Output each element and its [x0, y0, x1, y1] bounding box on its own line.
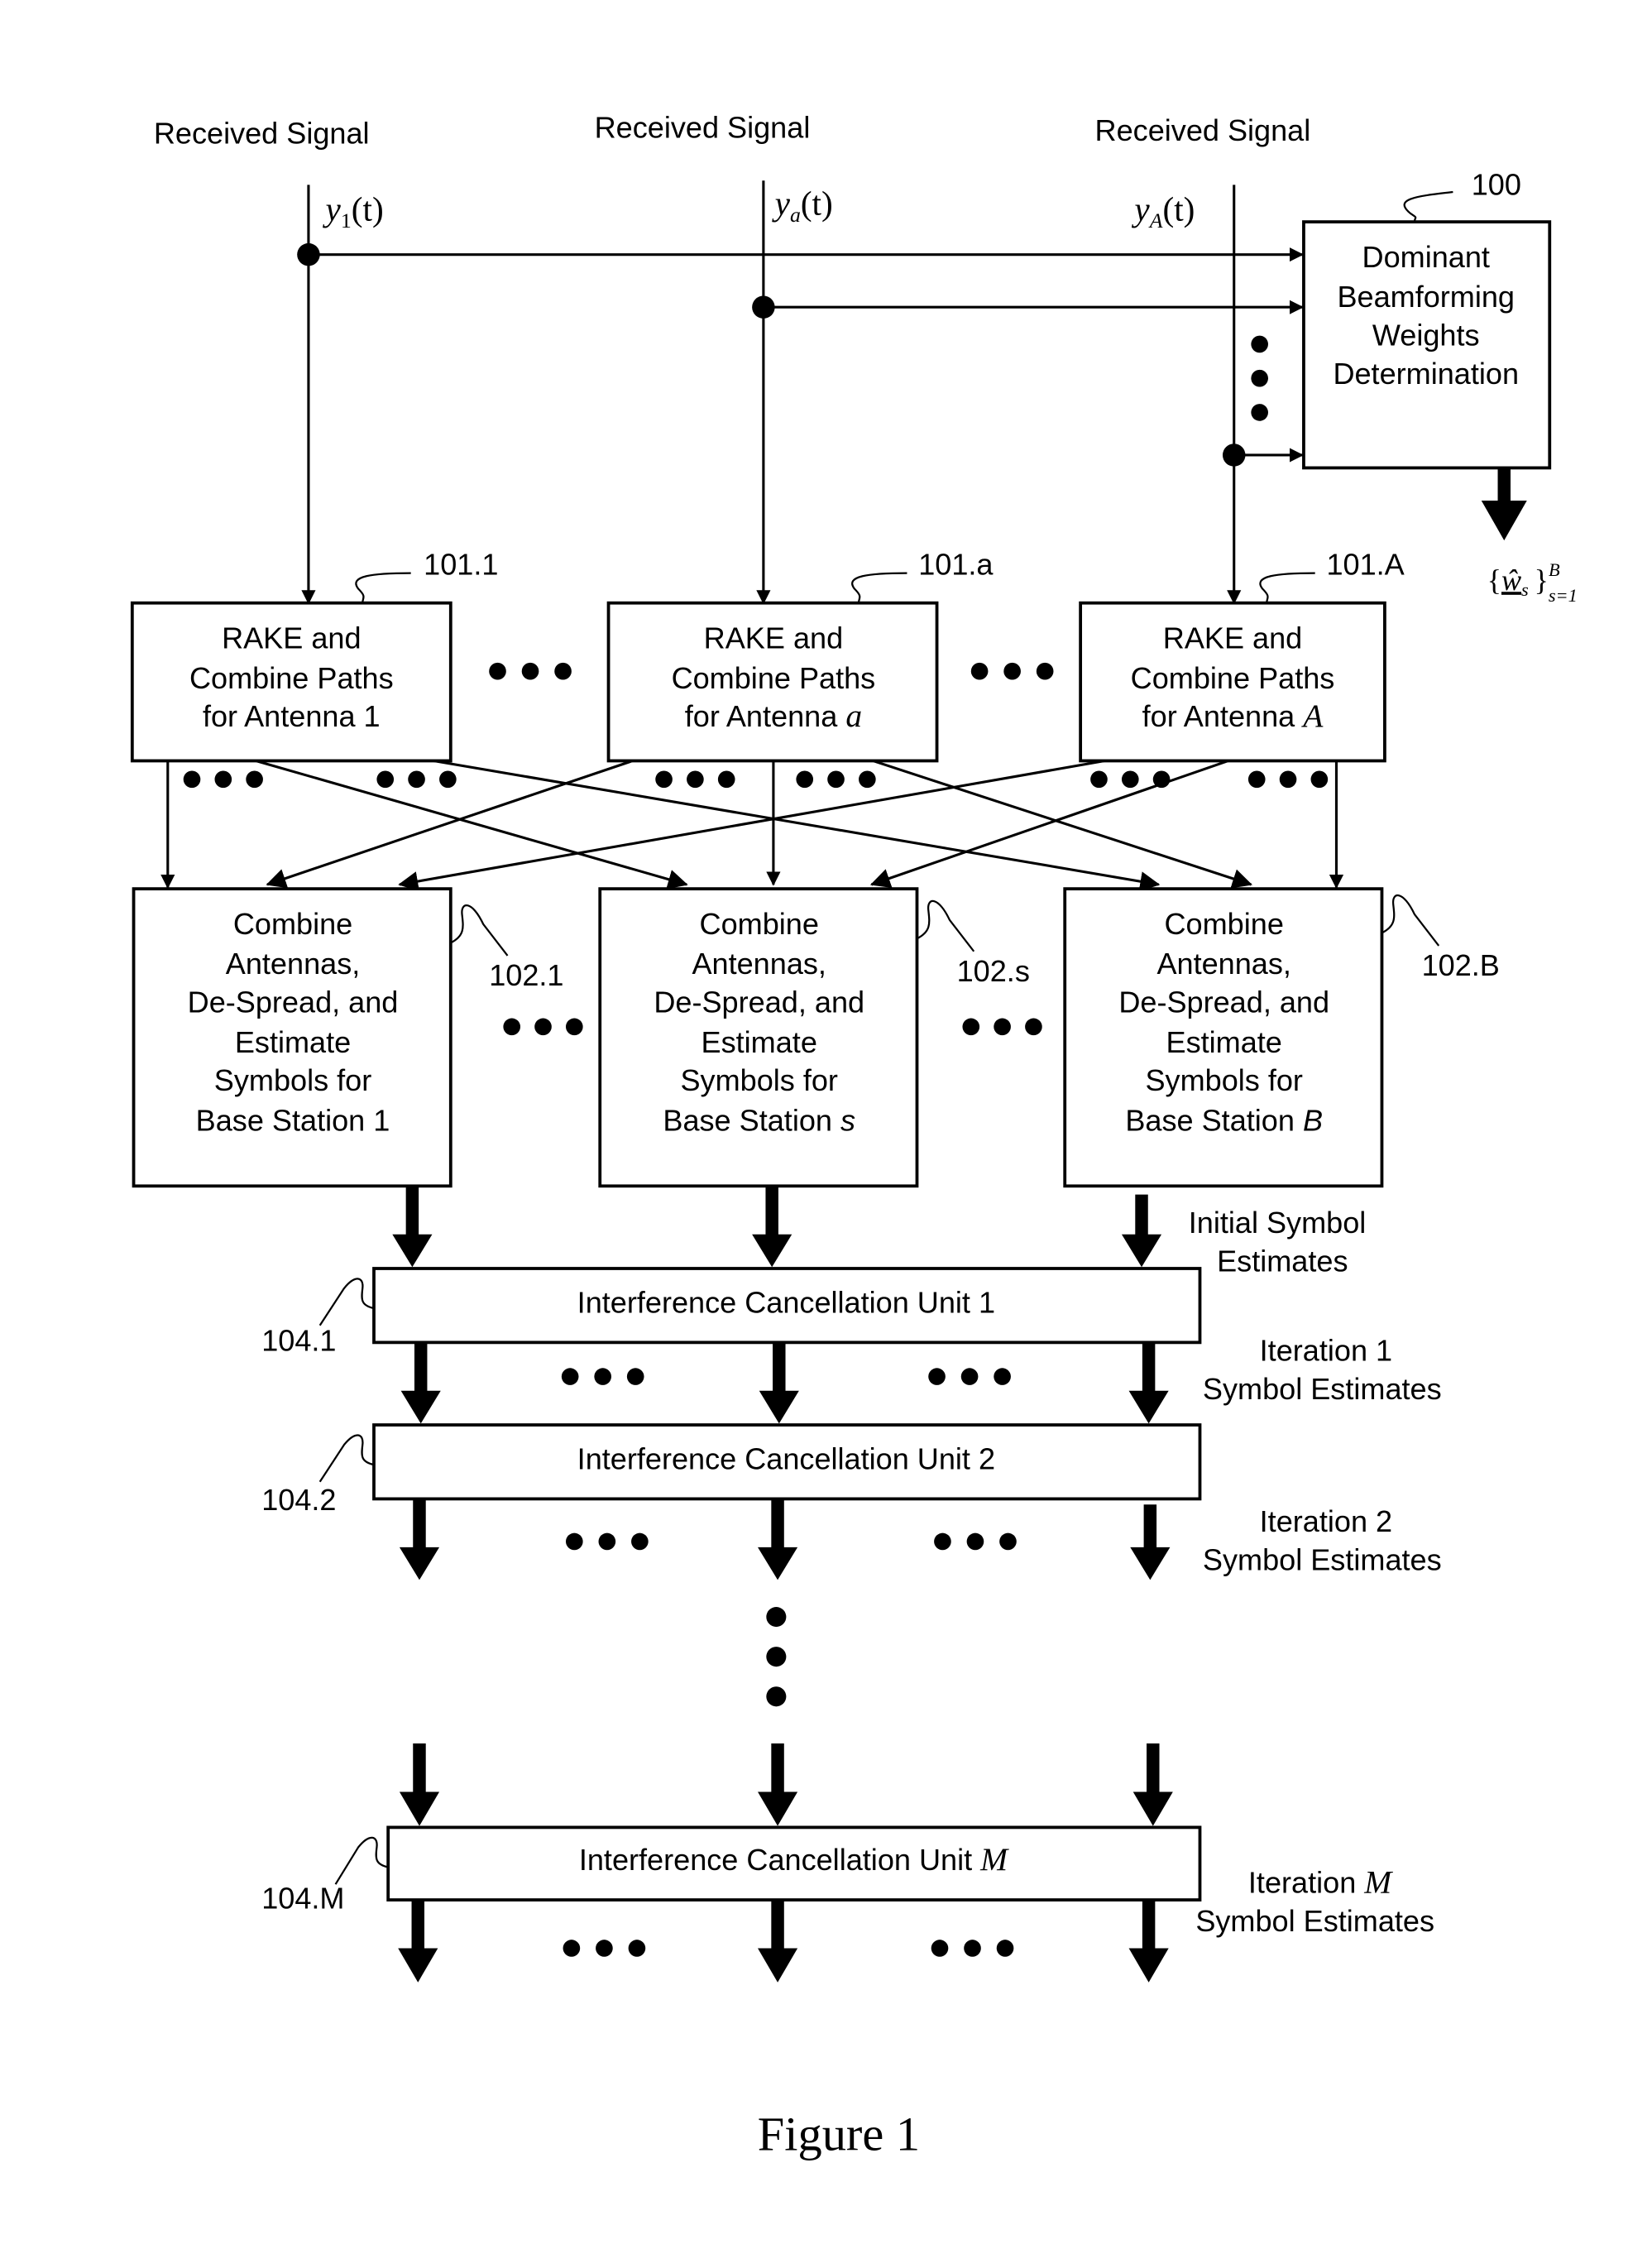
- ref-leader-101-a: [851, 572, 907, 603]
- patent-figure: Received Signal Received Signal Received…: [130, 111, 1578, 2161]
- svg-text:Combine: Combine: [1165, 907, 1284, 941]
- iteration-m-input-arrows: [399, 1743, 1173, 1826]
- svg-text:Interference Cancellation Unit: Interference Cancellation Unit M: [579, 1841, 1009, 1878]
- svg-text:Base Station 1: Base Station 1: [196, 1103, 390, 1137]
- ref-leader-100: [1403, 190, 1453, 223]
- beamforming-line: Determination: [1333, 357, 1519, 391]
- iteration-vertical-ellipsis: [766, 1607, 787, 1707]
- iteration-1-arrows: [400, 1342, 1169, 1424]
- ref-label-102-s: 102.s: [957, 954, 1030, 988]
- rake-block-A: RAKE and Combine Paths for Antenna A: [1079, 601, 1386, 763]
- svg-text:Symbols for: Symbols for: [1145, 1063, 1302, 1097]
- ic-unit-M: Interference Cancellation Unit M: [386, 1825, 1202, 1902]
- svg-text:De-Spread, and: De-Spread, and: [1118, 986, 1329, 1019]
- junction-dot: [752, 295, 775, 319]
- ref-leader-104-M: [334, 1836, 389, 1885]
- ref-leader-102-s: [916, 900, 975, 952]
- ellipsis-dot: [1251, 404, 1268, 421]
- beamforming-line: Weights: [1372, 319, 1480, 352]
- svg-text:RAKE and: RAKE and: [222, 621, 361, 655]
- signal-label-y1: y1(t): [323, 189, 384, 233]
- input-header-a: Received Signal: [595, 111, 811, 145]
- signal-label-ya: ya(t): [772, 185, 833, 228]
- ref-label-101-1: 101.1: [424, 547, 498, 581]
- signal-label-yA: yA(t): [1131, 189, 1195, 233]
- input-header-A: Received Signal: [1095, 113, 1311, 147]
- cross-connections: [160, 759, 1344, 892]
- svg-text:Combine: Combine: [700, 907, 819, 941]
- ref-label-104-2: 104.2: [261, 1483, 336, 1517]
- ellipsis-dot: [1251, 335, 1268, 353]
- weights-output-label: {ŵs}B s=1: [1487, 559, 1578, 606]
- combine-block-B: Combine Antennas, De-Spread, and Estimat…: [1063, 887, 1384, 1188]
- input-header-1: Received Signal: [154, 117, 370, 151]
- combine-block-s: Combine Antennas, De-Spread, and Estimat…: [598, 887, 919, 1188]
- initial-estimates-label-line1: Initial Symbol: [1189, 1206, 1367, 1240]
- iteration-1-label-line2: Symbol Estimates: [1203, 1372, 1442, 1406]
- ref-leader-102-B: [1381, 894, 1440, 947]
- svg-text:Base Station s: Base Station s: [663, 1103, 855, 1137]
- svg-text:for Antenna A: for Antenna A: [1142, 698, 1324, 734]
- rake-block-1: RAKE and Combine Paths for Antenna 1: [130, 601, 453, 763]
- svg-text:Base Station B: Base Station B: [1125, 1103, 1323, 1137]
- svg-text:Combine Paths: Combine Paths: [672, 661, 876, 695]
- ref-leader-102-1: [450, 904, 509, 957]
- svg-text:Antennas,: Antennas,: [226, 947, 360, 981]
- iteration-M-label-line2: Symbol Estimates: [1195, 1904, 1434, 1938]
- svg-text:Antennas,: Antennas,: [692, 947, 826, 981]
- ref-leader-104-2: [318, 1434, 375, 1483]
- ref-leader-101-1: [355, 572, 411, 603]
- ellipsis-dot: [1251, 369, 1268, 387]
- beamforming-line: Dominant: [1362, 240, 1490, 274]
- svg-text:Antennas,: Antennas,: [1156, 947, 1290, 981]
- rake-block-a: RAKE and Combine Paths for Antenna a: [606, 601, 939, 763]
- ic-unit-2: Interference Cancellation Unit 2: [372, 1423, 1202, 1501]
- junction-dot: [1222, 444, 1246, 467]
- ref-label-104-M: 104.M: [261, 1881, 344, 1915]
- ref-label-104-1: 104.1: [261, 1324, 336, 1358]
- ref-label-102-1: 102.1: [489, 958, 563, 992]
- svg-text:Symbols for: Symbols for: [214, 1063, 371, 1097]
- svg-text:RAKE and: RAKE and: [704, 621, 843, 655]
- iteration-M-label-line1: Iteration M: [1248, 1863, 1393, 1900]
- svg-text:Estimate: Estimate: [1166, 1025, 1282, 1059]
- beamforming-line: Beamforming: [1337, 280, 1515, 314]
- initial-estimate-arrows: [392, 1186, 1162, 1268]
- figure-caption: Figure 1: [758, 2108, 920, 2161]
- ref-leader-101-A: [1259, 572, 1315, 603]
- iteration-m-output-arrows: [398, 1900, 1169, 1983]
- svg-text:Combine Paths: Combine Paths: [1131, 661, 1335, 695]
- iteration-2-arrows: [399, 1499, 1171, 1580]
- svg-text:De-Spread, and: De-Spread, and: [188, 986, 399, 1019]
- signal-wires: [297, 180, 1304, 605]
- ref-label-102-B: 102.B: [1422, 948, 1500, 982]
- svg-text:for Antenna 1: for Antenna 1: [203, 699, 381, 733]
- ref-label-101-a: 101.a: [918, 547, 994, 581]
- junction-dot: [297, 242, 320, 266]
- weights-output-arrow-head: [1481, 500, 1527, 541]
- iteration-2-label-line1: Iteration 2: [1260, 1504, 1392, 1538]
- ref-label-100: 100: [1472, 167, 1521, 201]
- svg-text:Estimate: Estimate: [235, 1025, 351, 1059]
- iteration-2-label-line2: Symbol Estimates: [1203, 1542, 1442, 1576]
- svg-text:RAKE and: RAKE and: [1163, 621, 1302, 655]
- initial-estimates-label-line2: Estimates: [1217, 1244, 1348, 1278]
- svg-text:Interference Cancellation Unit: Interference Cancellation Unit 2: [577, 1441, 995, 1475]
- svg-text:Symbols for: Symbols for: [680, 1063, 837, 1097]
- combine-block-1: Combine Antennas, De-Spread, and Estimat…: [132, 887, 453, 1188]
- svg-text:Estimate: Estimate: [702, 1025, 817, 1059]
- ref-label-101-A: 101.A: [1326, 547, 1404, 581]
- svg-text:Combine Paths: Combine Paths: [189, 661, 394, 695]
- beamforming-weights-block: Dominant Beamforming Weights Determinati…: [1302, 220, 1552, 470]
- iteration-1-label-line1: Iteration 1: [1260, 1334, 1392, 1368]
- ref-leader-104-1: [318, 1278, 375, 1326]
- svg-text:Interference Cancellation Unit: Interference Cancellation Unit 1: [577, 1285, 995, 1319]
- svg-text:De-Spread, and: De-Spread, and: [654, 986, 864, 1019]
- svg-text:for Antenna a: for Antenna a: [685, 698, 862, 734]
- ic-unit-1: Interference Cancellation Unit 1: [372, 1267, 1202, 1345]
- svg-text:Combine: Combine: [233, 907, 352, 941]
